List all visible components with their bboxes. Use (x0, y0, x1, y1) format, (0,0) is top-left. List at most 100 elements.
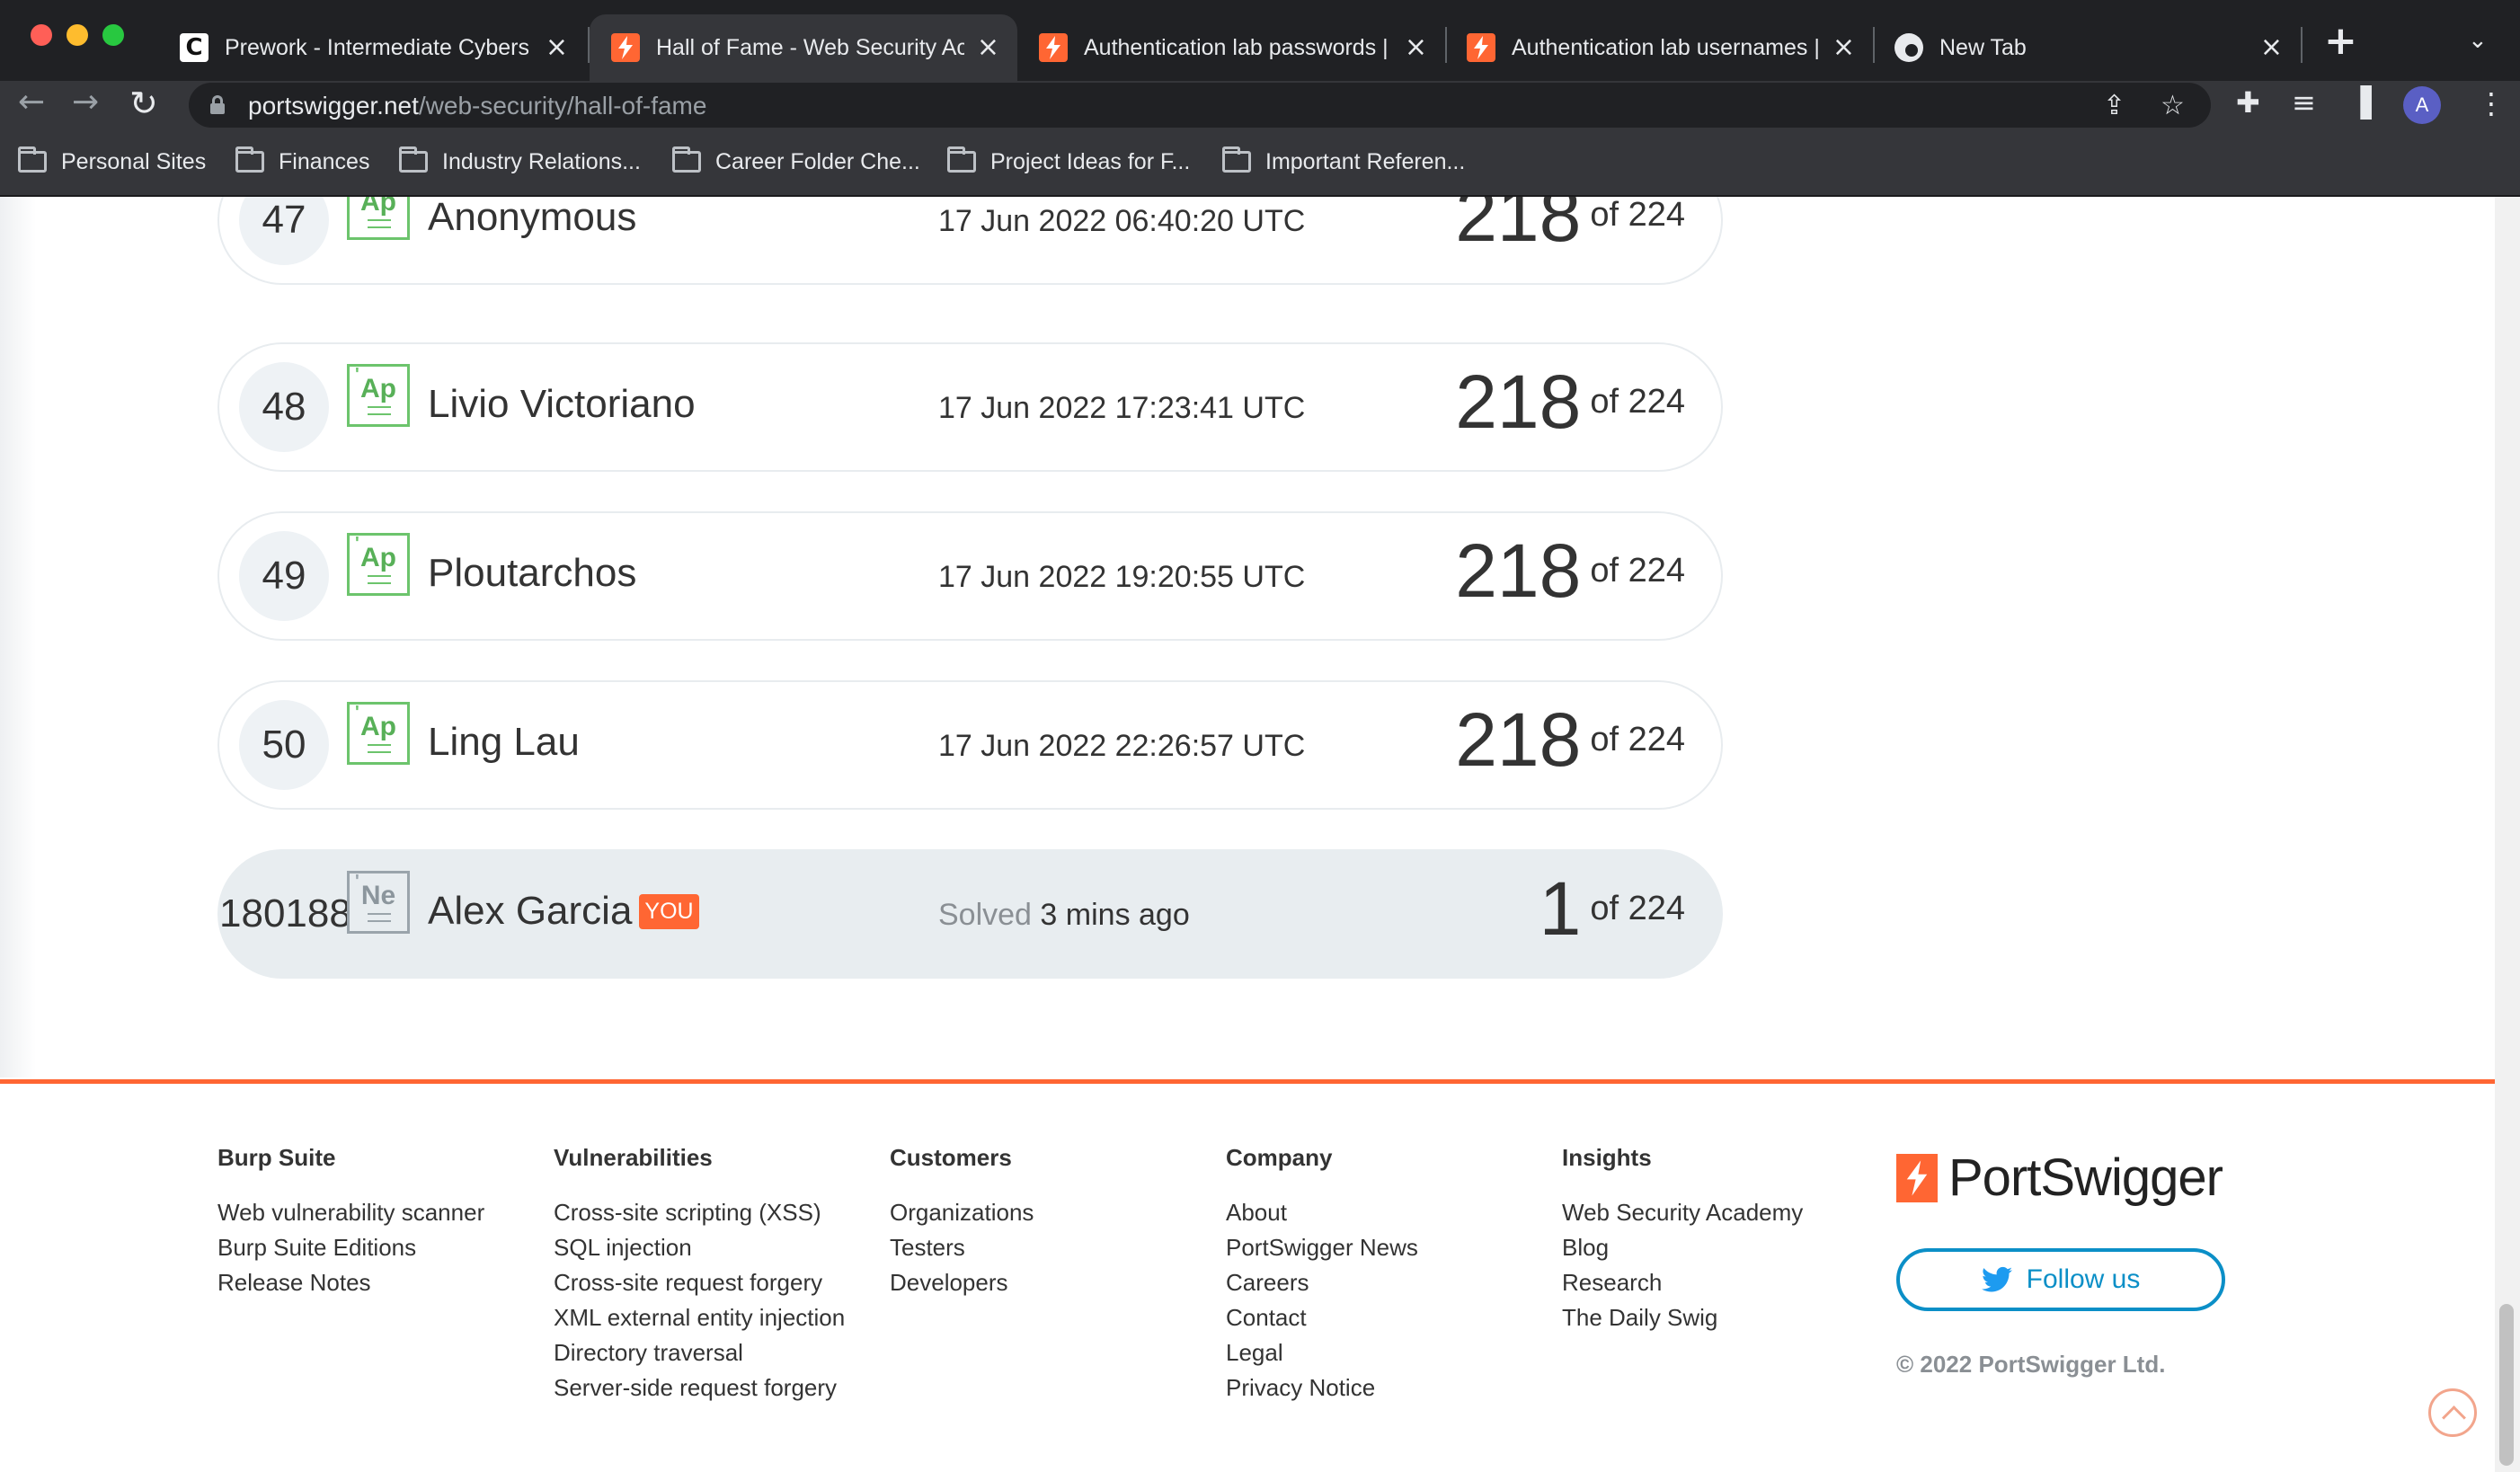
menu-kebab-icon[interactable]: ⋮ (2477, 86, 2506, 120)
footer-link[interactable]: Cross-site scripting (XSS) (554, 1195, 845, 1230)
browser-tab[interactable]: C Prework - Intermediate Cybers × (158, 14, 586, 81)
footer-link[interactable]: The Daily Swig (1562, 1300, 1803, 1335)
bookmark-folder[interactable]: Finances (235, 144, 369, 180)
url-text[interactable]: portswigger.net/web-security/hall-of-fam… (248, 92, 706, 120)
score-total: of 224 (1590, 890, 1685, 927)
tab-close-icon[interactable]: × (977, 34, 999, 61)
footer-link[interactable]: Legal (1226, 1335, 1418, 1370)
forward-arrow-icon[interactable]: → (72, 86, 99, 119)
folder-icon (947, 146, 976, 173)
tab-search-chevron-icon[interactable]: ⌄ (2468, 27, 2488, 54)
portswigger-logo[interactable]: PortSwigger (1896, 1148, 2223, 1208)
new-tab-plus-icon[interactable]: + (2324, 18, 2357, 64)
bookmark-label: Project Ideas for F... (990, 148, 1191, 174)
footer-link[interactable]: Release Notes (217, 1265, 484, 1300)
footer-link[interactable]: Web vulnerability scanner (217, 1195, 484, 1230)
player-name: Ling Lau (428, 720, 580, 764)
follow-us-label: Follow us (2026, 1264, 2141, 1294)
bookmark-folder[interactable]: Personal Sites (18, 144, 206, 180)
scrollbar-thumb[interactable] (2499, 1304, 2514, 1466)
score-value: 218 (1455, 697, 1582, 782)
window-minimize-button[interactable] (67, 24, 88, 46)
level-badge: Ap (347, 197, 410, 240)
footer-link[interactable]: XML external entity injection (554, 1300, 845, 1335)
browser-tab[interactable]: Authentication lab passwords | × (1017, 14, 1445, 81)
follow-us-button[interactable]: Follow us (1896, 1248, 2225, 1311)
twitter-bird-icon (1981, 1266, 2012, 1292)
window-maximize-button[interactable] (102, 24, 124, 46)
footer-link[interactable]: Burp Suite Editions (217, 1230, 484, 1265)
footer-link[interactable]: Web Security Academy (1562, 1195, 1803, 1230)
player-name: Anonymous (428, 197, 637, 239)
bookmark-folder[interactable]: Industry Relations... (399, 144, 641, 180)
footer-link[interactable]: Server-side request forgery (554, 1370, 845, 1405)
footer-column-customers: Customers Organizations Testers Develope… (890, 1144, 1034, 1300)
footer-link[interactable]: Testers (890, 1230, 1034, 1265)
scroll-to-top-icon[interactable] (2428, 1388, 2477, 1437)
footer-link[interactable]: Privacy Notice (1226, 1370, 1418, 1405)
rank-number: 47 (239, 197, 329, 265)
player-name-text: Alex Garcia (428, 889, 633, 933)
bookmark-star-icon[interactable]: ☆ (2161, 90, 2185, 121)
footer-link[interactable]: Organizations (890, 1195, 1034, 1230)
footer-link[interactable]: Cross-site request forgery (554, 1265, 845, 1300)
score-value: 218 (1455, 359, 1582, 444)
bookmark-folder[interactable]: Career Folder Che... (672, 144, 920, 180)
extensions-puzzle-icon[interactable]: ✚ (2236, 88, 2260, 117)
address-bar[interactable]: portswigger.net/web-security/hall-of-fam… (189, 83, 2211, 128)
side-panel-icon[interactable]: ▐ (2349, 88, 2372, 117)
bookmark-label: Finances (279, 148, 370, 174)
footer-link[interactable]: SQL injection (554, 1230, 845, 1265)
scrollbar-track[interactable] (2495, 197, 2520, 1472)
footer-link[interactable]: Blog (1562, 1230, 1803, 1265)
url-path: /web-security/hall-of-fame (418, 92, 707, 120)
solved-ago: 3 mins ago (1040, 898, 1190, 932)
media-control-icon[interactable]: ≡ (2292, 88, 2316, 117)
footer-heading: Customers (890, 1144, 1012, 1171)
footer-link[interactable]: Careers (1226, 1265, 1418, 1300)
footer-link[interactable]: Research (1562, 1265, 1803, 1300)
browser-tab[interactable]: Authentication lab usernames | × (1445, 14, 1873, 81)
level-badge: Ne (347, 871, 410, 934)
footer-link[interactable]: Developers (890, 1265, 1034, 1300)
window-close-button[interactable] (31, 24, 52, 46)
score: 218 of 224 (1455, 696, 1685, 784)
tab-title: Hall of Fame - Web Security Ac (656, 34, 964, 60)
back-arrow-icon[interactable]: ← (18, 86, 45, 119)
footer-link[interactable]: About (1226, 1195, 1418, 1230)
tab-close-icon[interactable]: × (546, 34, 568, 61)
rank-number: 50 (239, 700, 329, 790)
leaderboard-row: 50 Ap Ling Lau 17 Jun 2022 22:26:57 UTC … (217, 680, 1723, 810)
browser-tab[interactable]: New Tab × (1873, 14, 2301, 81)
footer-link[interactable]: Directory traversal (554, 1335, 845, 1370)
solved-relative: Solved 3 mins ago (938, 898, 1190, 933)
reload-icon[interactable]: ↻ (129, 86, 158, 120)
level-badge: Ap (347, 702, 410, 765)
lock-icon[interactable] (210, 95, 225, 115)
tab-title: Authentication lab passwords | (1084, 34, 1389, 60)
score-total: of 224 (1590, 383, 1685, 421)
score: 218 of 224 (1455, 197, 1685, 259)
score-total: of 224 (1590, 552, 1685, 590)
score: 218 of 224 (1455, 528, 1685, 615)
profile-avatar[interactable]: A (2403, 86, 2441, 124)
score: 218 of 224 (1455, 359, 1685, 446)
footer-column-burp-suite: Burp Suite Web vulnerability scanner Bur… (217, 1144, 484, 1300)
portswigger-bolt-icon (1896, 1153, 1938, 1202)
bookmark-folder[interactable]: Project Ideas for F... (947, 144, 1190, 180)
rank-number: 49 (239, 531, 329, 621)
bookmark-label: Industry Relations... (442, 148, 641, 174)
tab-close-icon[interactable]: × (2260, 34, 2283, 61)
tab-close-icon[interactable]: × (1832, 34, 1855, 61)
share-icon[interactable]: ⇪ (2103, 90, 2125, 121)
footer-link[interactable]: PortSwigger News (1226, 1230, 1418, 1265)
bookmark-folder[interactable]: Important Referen... (1222, 144, 1465, 180)
browser-tab-active[interactable]: Hall of Fame - Web Security Ac × (590, 14, 1017, 81)
tab-close-icon[interactable]: × (1405, 34, 1427, 61)
footer-accent-rule (0, 1079, 2495, 1084)
solved-timestamp: 17 Jun 2022 19:20:55 UTC (938, 560, 1306, 594)
footer-link[interactable]: Contact (1226, 1300, 1418, 1335)
player-name: Ploutarchos (428, 551, 637, 595)
rank-number: 180188 (219, 891, 351, 936)
tab-title: Prework - Intermediate Cybers (225, 34, 530, 60)
